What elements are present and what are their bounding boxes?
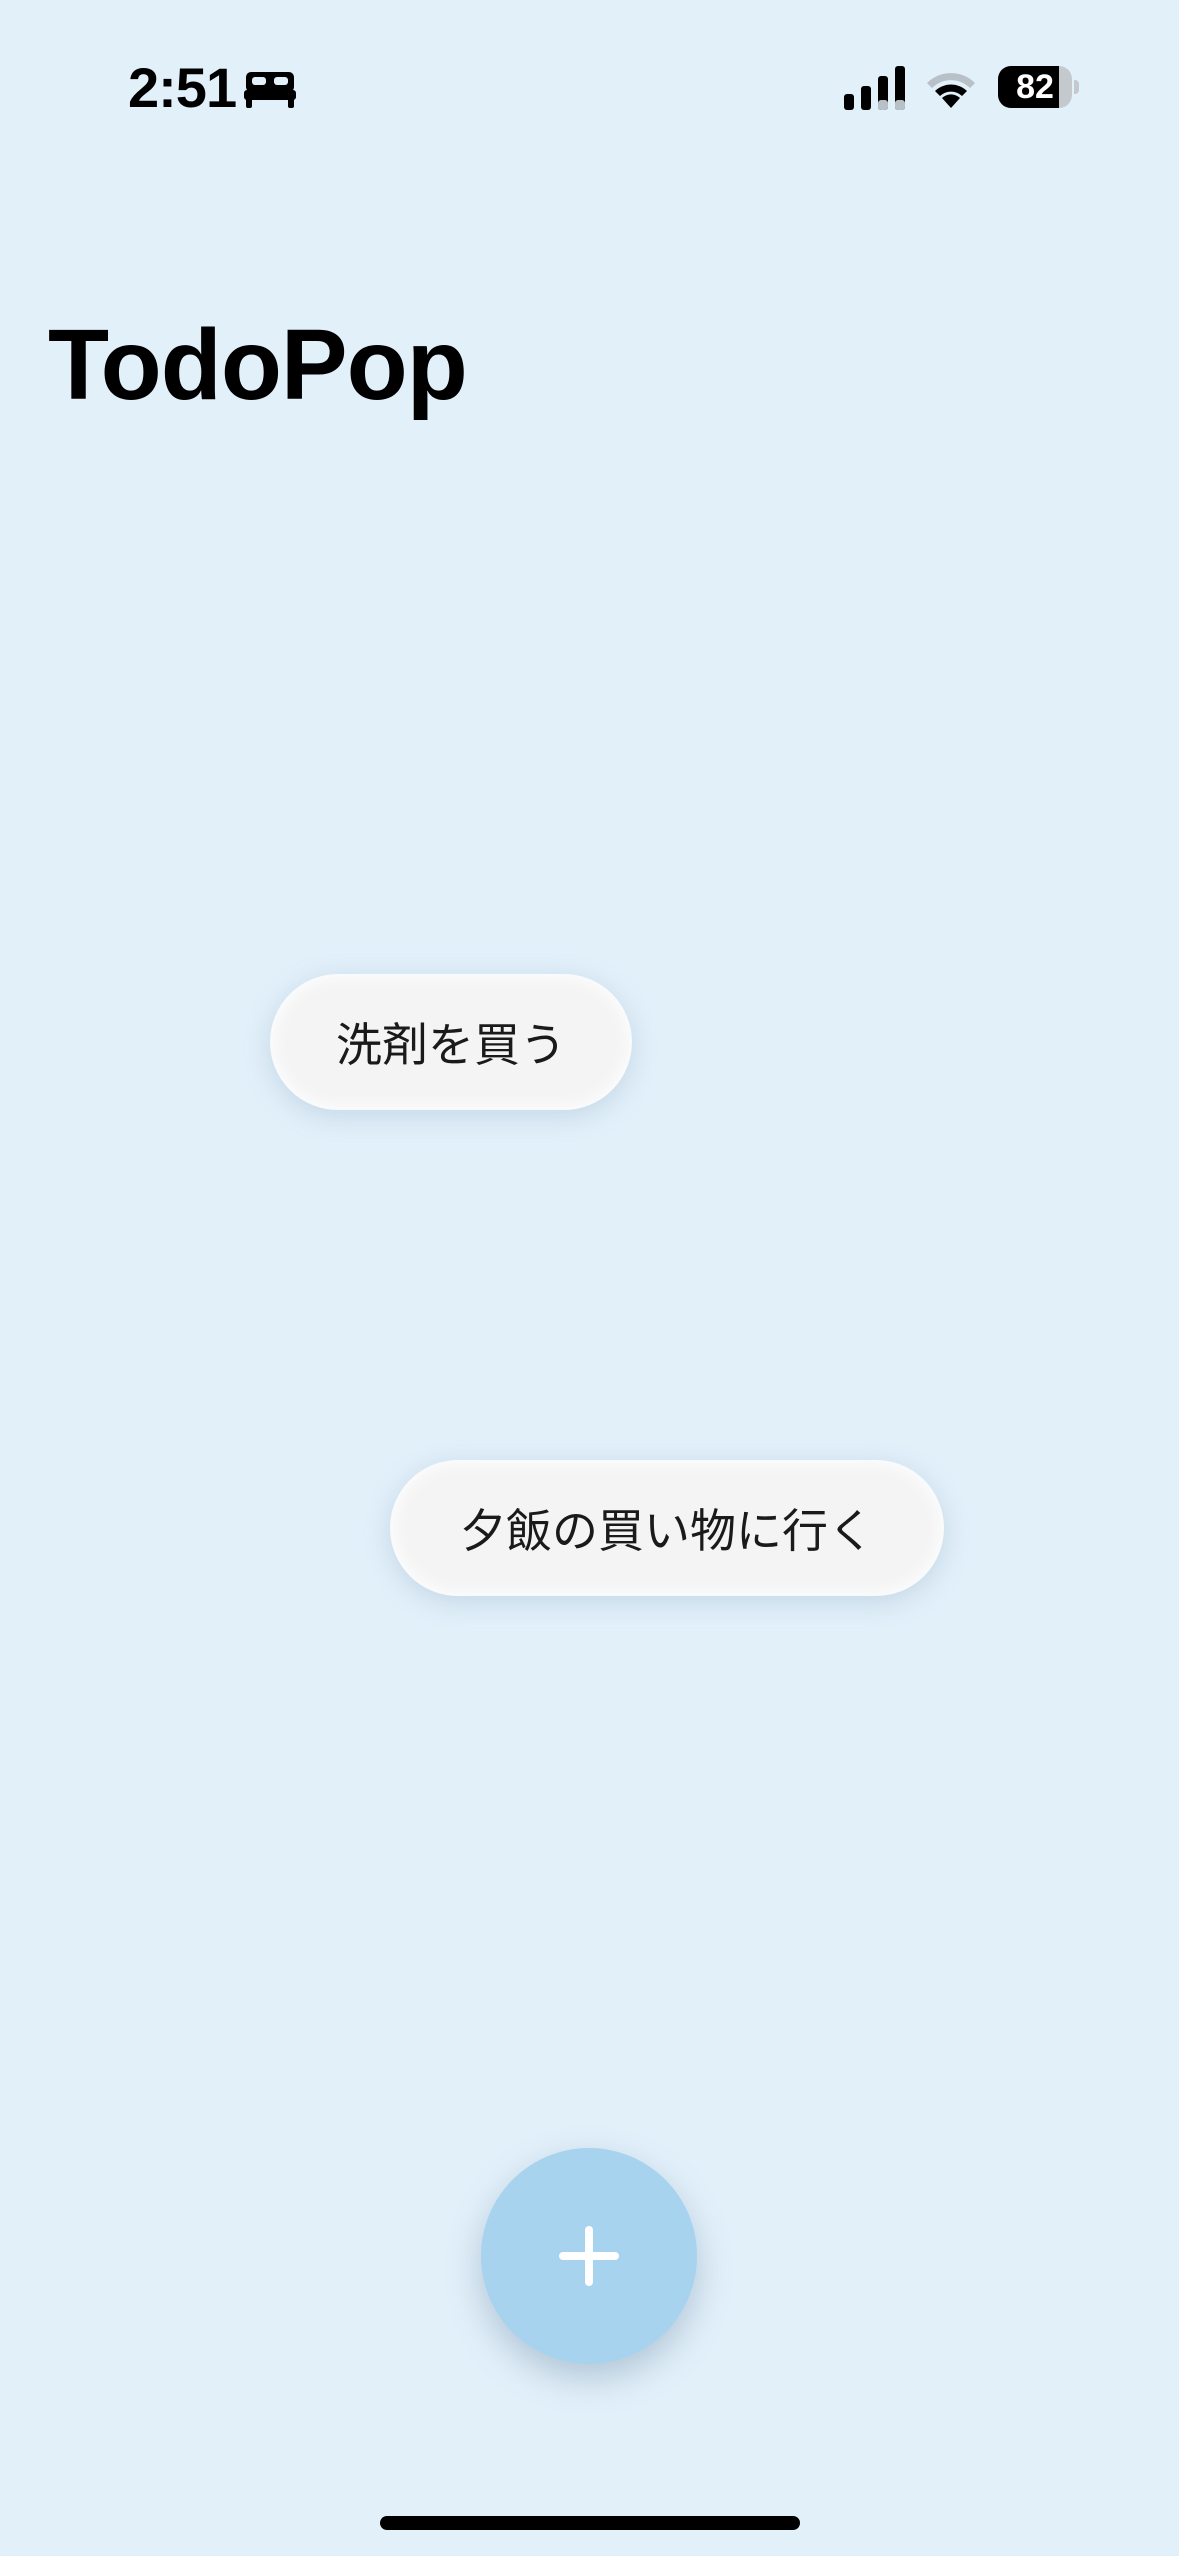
battery-percent: 82	[1016, 68, 1054, 106]
todo-bubble[interactable]: 洗剤を買う	[270, 974, 632, 1110]
page-title: TodoPop	[48, 309, 468, 421]
status-time: 2:51	[128, 56, 237, 119]
cellular-signal-icon	[844, 66, 905, 110]
wifi-icon	[927, 73, 975, 108]
bed-icon	[244, 72, 296, 108]
add-todo-button[interactable]	[481, 2148, 697, 2364]
todo-bubble[interactable]: 夕飯の買い物に行く	[390, 1460, 944, 1596]
home-indicator[interactable]	[380, 2516, 800, 2530]
plus-icon	[559, 2226, 619, 2286]
battery-indicator: 82	[998, 66, 1079, 108]
